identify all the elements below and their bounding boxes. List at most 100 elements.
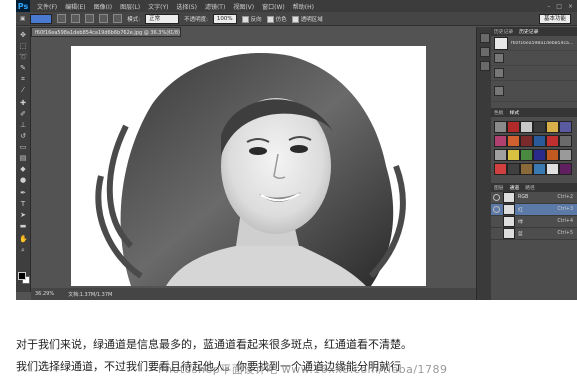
tab-styles[interactable]: 样式: [510, 109, 520, 116]
gradient-swatch[interactable]: [30, 13, 53, 24]
gradient-linear-button[interactable]: [57, 14, 67, 23]
style-swatch[interactable]: [494, 163, 507, 175]
document-tab[interactable]: f60f16ea598a1deb854ca19d6b6b762e.jpg @ 3…: [31, 27, 181, 37]
menu-image[interactable]: 图像(I): [90, 2, 116, 11]
style-swatch[interactable]: [559, 121, 572, 133]
history-brush-tool-icon[interactable]: ↺: [19, 132, 27, 140]
tab-paths[interactable]: 路径: [525, 184, 535, 191]
opacity-input[interactable]: 100%: [212, 13, 237, 24]
dither-checkbox[interactable]: [266, 15, 274, 23]
crop-tool-icon[interactable]: ⌗: [19, 75, 27, 83]
visibility-eye-icon[interactable]: [493, 230, 500, 237]
visibility-eye-icon[interactable]: [493, 206, 500, 213]
style-swatch[interactable]: [494, 149, 507, 161]
style-swatch[interactable]: [507, 121, 520, 133]
tab-channels[interactable]: 通道: [510, 184, 520, 191]
mode-select[interactable]: 正常: [145, 13, 180, 24]
style-swatch[interactable]: [494, 135, 507, 147]
tab-swatches[interactable]: 色板: [494, 109, 504, 116]
brush-tool-icon[interactable]: ✐: [19, 110, 27, 118]
tab-layers[interactable]: 图层: [494, 184, 504, 191]
foreground-color-swatch[interactable]: [18, 272, 26, 280]
channel-row-rgb[interactable]: RGB Ctrl+2: [491, 192, 577, 204]
healing-brush-tool-icon[interactable]: ✚: [19, 99, 27, 107]
blur-tool-icon[interactable]: ◆: [19, 165, 27, 173]
gradient-angle-button[interactable]: [85, 14, 95, 23]
visibility-eye-icon[interactable]: [493, 218, 500, 225]
gradient-radial-button[interactable]: [71, 14, 81, 23]
maximize-icon[interactable]: □: [556, 3, 562, 10]
zoom-tool-icon[interactable]: ⌕: [19, 246, 27, 254]
style-swatch[interactable]: [546, 163, 559, 175]
history-row[interactable]: f60f16ea598a1deb854ca...: [491, 36, 577, 51]
quick-select-tool-icon[interactable]: ✎: [19, 64, 27, 72]
channel-row-red[interactable]: 红 Ctrl+3: [491, 204, 577, 216]
color-swatches[interactable]: [18, 272, 30, 284]
history-row[interactable]: [491, 66, 577, 81]
dither-option[interactable]: 仿色: [266, 15, 287, 23]
menu-select[interactable]: 选择(S): [172, 2, 201, 11]
brush-panel-icon[interactable]: [480, 61, 490, 71]
properties-panel-icon[interactable]: [480, 47, 490, 57]
style-swatch[interactable]: [520, 135, 533, 147]
tab-history-b[interactable]: 历史记录: [519, 28, 538, 35]
menu-layer[interactable]: 图层(L): [116, 2, 144, 11]
style-swatch[interactable]: [546, 149, 559, 161]
workspace-select[interactable]: 基本功能: [538, 13, 571, 24]
marquee-tool-icon[interactable]: ⬚: [19, 42, 27, 50]
transparency-option[interactable]: 透明区域: [291, 15, 323, 23]
zoom-level[interactable]: 36.29%: [35, 291, 54, 297]
menu-window[interactable]: 窗口(W): [258, 2, 289, 11]
menu-file[interactable]: 文件(F): [33, 2, 61, 11]
style-swatch[interactable]: [507, 163, 520, 175]
tab-history-a[interactable]: 历史记录: [494, 28, 513, 35]
style-swatch[interactable]: [520, 149, 533, 161]
history-panel-icon[interactable]: [480, 33, 490, 43]
minimize-icon[interactable]: –: [547, 3, 550, 10]
style-swatch[interactable]: [507, 149, 520, 161]
close-icon[interactable]: ×: [568, 3, 573, 10]
reverse-checkbox[interactable]: [241, 15, 249, 23]
style-swatch[interactable]: [507, 135, 520, 147]
menu-view[interactable]: 视图(V): [229, 2, 258, 11]
move-tool-icon[interactable]: ✥: [19, 31, 27, 39]
lasso-tool-icon[interactable]: ➰: [19, 53, 28, 61]
clone-stamp-tool-icon[interactable]: ⊥: [19, 121, 27, 129]
shape-tool-icon[interactable]: ▬: [19, 222, 27, 230]
type-tool-icon[interactable]: T: [19, 200, 27, 208]
menu-help[interactable]: 帮助(H): [289, 2, 318, 11]
gradient-reflected-button[interactable]: [99, 14, 109, 23]
eraser-tool-icon[interactable]: ▭: [19, 143, 27, 151]
style-swatch[interactable]: [520, 121, 533, 133]
hand-tool-icon[interactable]: ✋: [19, 235, 28, 243]
style-swatch[interactable]: [559, 163, 572, 175]
tool-preset-icon[interactable]: ▣: [20, 16, 25, 22]
style-swatch[interactable]: [533, 163, 546, 175]
channel-row-green[interactable]: 绿 Ctrl+4: [491, 216, 577, 228]
history-row[interactable]: [491, 51, 577, 66]
style-swatch[interactable]: [559, 135, 572, 147]
canvas[interactable]: [71, 46, 426, 286]
reverse-option[interactable]: 反向: [241, 15, 262, 23]
style-swatch[interactable]: [546, 135, 559, 147]
menu-edit[interactable]: 编辑(E): [61, 2, 89, 11]
style-swatch[interactable]: [494, 121, 507, 133]
history-row[interactable]: [491, 81, 577, 102]
gradient-diamond-button[interactable]: [113, 14, 123, 23]
visibility-eye-icon[interactable]: [493, 194, 500, 201]
pen-tool-icon[interactable]: ✒: [19, 189, 27, 197]
style-swatch[interactable]: [559, 149, 572, 161]
channel-row-blue[interactable]: 蓝 Ctrl+5: [491, 228, 577, 240]
style-swatch[interactable]: [546, 121, 559, 133]
dodge-tool-icon[interactable]: ●: [19, 176, 27, 184]
style-swatch[interactable]: [520, 163, 533, 175]
style-swatch[interactable]: [533, 135, 546, 147]
menu-filter[interactable]: 滤镜(T): [201, 2, 229, 11]
eyedropper-tool-icon[interactable]: ⁄: [19, 86, 27, 94]
menu-type[interactable]: 文字(Y): [144, 2, 172, 11]
path-select-tool-icon[interactable]: ➤: [19, 211, 27, 219]
transparency-checkbox[interactable]: [291, 15, 299, 23]
style-swatch[interactable]: [533, 121, 546, 133]
style-swatch[interactable]: [533, 149, 546, 161]
gradient-tool-icon[interactable]: ▤: [19, 154, 27, 162]
